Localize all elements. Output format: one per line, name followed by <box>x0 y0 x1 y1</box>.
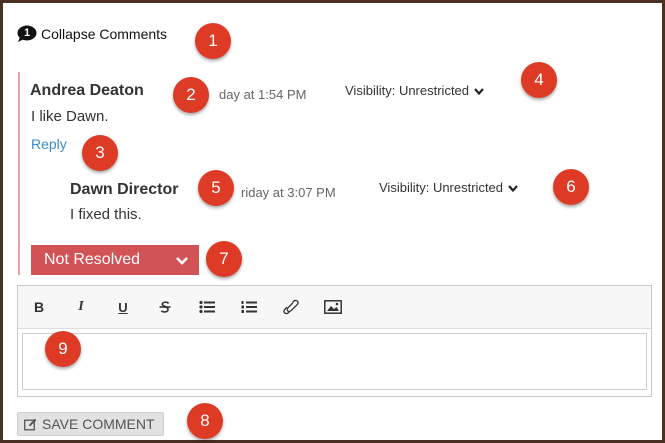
comment-textarea[interactable] <box>22 333 647 390</box>
insert-image-button[interactable] <box>312 286 354 328</box>
thread-line <box>18 72 20 275</box>
reply-link[interactable]: Reply <box>31 136 67 152</box>
chevron-down-icon <box>176 257 188 265</box>
callout-badge: 2 <box>173 77 209 113</box>
save-comment-button[interactable]: SAVE COMMENT <box>17 412 164 436</box>
visibility-dropdown[interactable]: Visibility: Unrestricted <box>345 83 485 98</box>
strikethrough-icon <box>159 301 171 313</box>
comment-date: riday at 3:07 PM <box>241 185 336 200</box>
visibility-label: Visibility: Unrestricted <box>345 83 470 98</box>
numbered-list-icon <box>241 301 257 313</box>
callout-badge: 6 <box>553 169 589 205</box>
comment-body: I fixed this. <box>70 206 142 223</box>
comment-body: I like Dawn. <box>31 108 109 125</box>
callout-badge: 4 <box>521 62 557 98</box>
comment-author: Andrea Deaton <box>30 82 144 99</box>
edit-icon <box>24 418 37 430</box>
image-icon <box>324 300 342 314</box>
link-button[interactable] <box>270 286 312 328</box>
comment-date: day at 1:54 PM <box>219 87 307 102</box>
callout-badge: 7 <box>206 241 242 277</box>
collapse-comments-label: Collapse Comments <box>41 26 168 42</box>
comment-count: 1 <box>23 27 31 39</box>
callout-badge: 9 <box>45 331 81 367</box>
chevron-down-icon <box>508 184 518 192</box>
comment-author: Dawn Director <box>70 181 179 198</box>
callout-badge: 1 <box>195 23 231 59</box>
collapse-comments-toggle[interactable]: 1 Collapse Comments <box>17 25 167 43</box>
callout-badge: 3 <box>82 135 118 171</box>
comment-count-bubble-icon: 1 <box>17 25 37 43</box>
visibility-dropdown[interactable]: Visibility: Unrestricted <box>379 180 519 195</box>
underline-button[interactable]: U <box>102 286 144 328</box>
link-icon <box>283 299 299 315</box>
italic-button[interactable]: I <box>60 286 102 328</box>
bold-button[interactable]: B <box>18 286 60 328</box>
bullet-list-icon <box>199 300 215 314</box>
callout-badge: 5 <box>198 170 234 206</box>
chevron-down-icon <box>474 87 484 95</box>
bullet-list-button[interactable] <box>186 286 228 328</box>
save-comment-label: SAVE COMMENT <box>42 416 155 432</box>
strikethrough-button[interactable] <box>144 286 186 328</box>
comments-panel: 1 Collapse Comments Andrea Deaton day at… <box>0 0 665 443</box>
editor-toolbar: B I U <box>18 286 651 329</box>
numbered-list-button[interactable] <box>228 286 270 328</box>
callout-badge: 8 <box>187 403 223 439</box>
visibility-label: Visibility: Unrestricted <box>379 180 504 195</box>
comment-editor: B I U <box>17 285 652 397</box>
status-label: Not Resolved <box>44 251 141 268</box>
resolution-status-dropdown[interactable]: Not Resolved <box>31 245 199 275</box>
